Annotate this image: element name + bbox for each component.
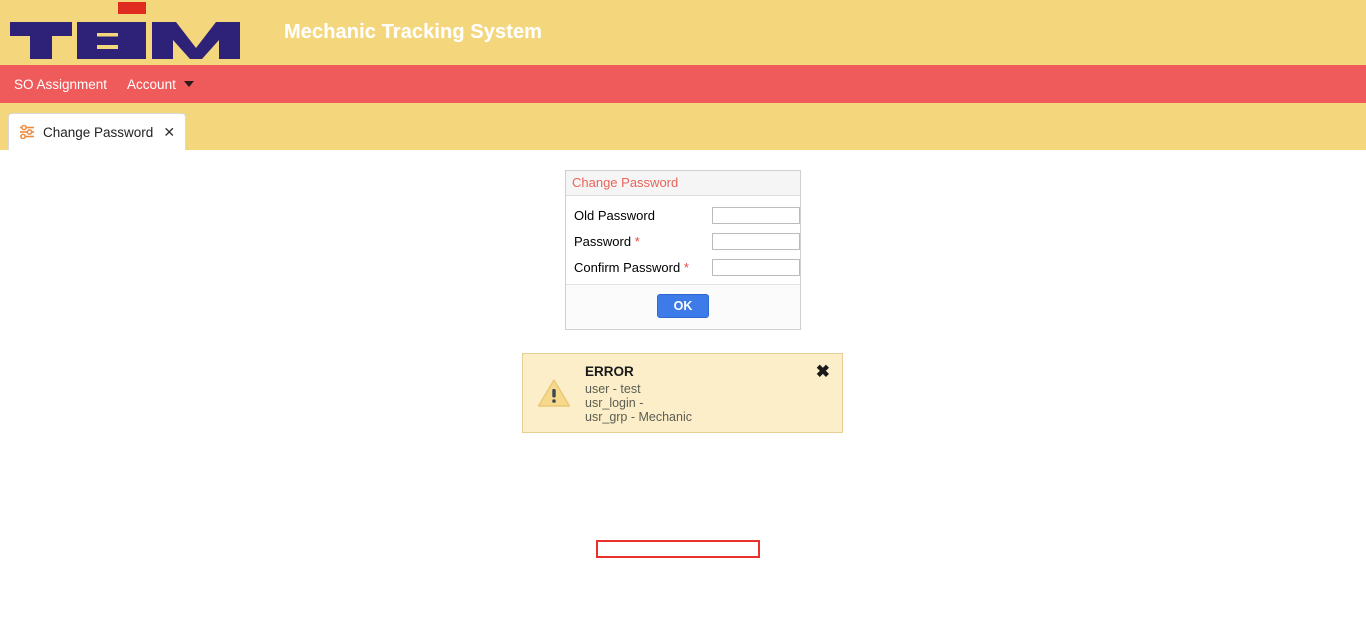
page-title: Mechanic Tracking System [284,21,543,43]
error-line-usr-login: usr_login - [585,396,644,410]
tab-label: Change Password [43,124,154,140]
chevron-down-icon [183,81,194,87]
error-close-icon[interactable]: ✖ [816,363,830,380]
change-password-panel: Change Password Old Password Password * … [565,170,801,330]
label-text: Password [574,233,632,249]
ok-button[interactable]: OK [656,294,710,318]
nav-item-label: SO Assignment [14,76,108,92]
error-title: ERROR [585,364,634,379]
main-navbar: SO Assignment Account [0,65,1366,103]
panel-body: Old Password Password * Confirm Password… [566,196,800,285]
highlight-box-usr-login [596,540,760,558]
label-text: Confirm Password [574,259,681,275]
old-password-field[interactable] [712,206,800,224]
form-row-password: Password * [570,228,800,254]
confirm-password-label: Confirm Password * [570,260,712,275]
error-line-usr-grp: usr_grp - Mechanic [585,410,692,424]
sliders-icon [19,125,35,139]
app-header: Mechanic Tracking System [0,0,1366,65]
panel-footer: OK [566,285,800,329]
form-row-old-password: Old Password [570,202,800,228]
nav-item-account[interactable]: Account [127,77,194,92]
nav-item-so-assignment[interactable]: SO Assignment [14,77,107,92]
content-area: Change Password Old Password Password * … [0,150,1366,625]
password-field[interactable] [712,232,800,250]
warning-triangle-icon [523,354,585,432]
teim-logo [0,0,268,65]
form-row-confirm-password: Confirm Password * [570,254,800,280]
tab-close-icon[interactable]: ✕ [163,125,175,139]
error-body: ERROR user - test usr_login - usr_grp - … [585,354,842,432]
password-label: Password * [570,234,712,249]
old-password-label: Old Password [570,208,712,223]
required-marker: * [683,259,689,275]
tab-change-password[interactable]: Change Password ✕ [8,113,187,150]
error-line-user: user - test [585,382,641,396]
tab-strip: Change Password ✕ [0,103,1366,150]
error-panel: ERROR user - test usr_login - usr_grp - … [522,353,843,433]
label-text: Old Password [574,207,655,223]
required-marker: * [634,233,640,249]
nav-item-label: Account [127,76,176,92]
confirm-password-field[interactable] [712,258,800,276]
panel-title: Change Password [566,171,800,196]
